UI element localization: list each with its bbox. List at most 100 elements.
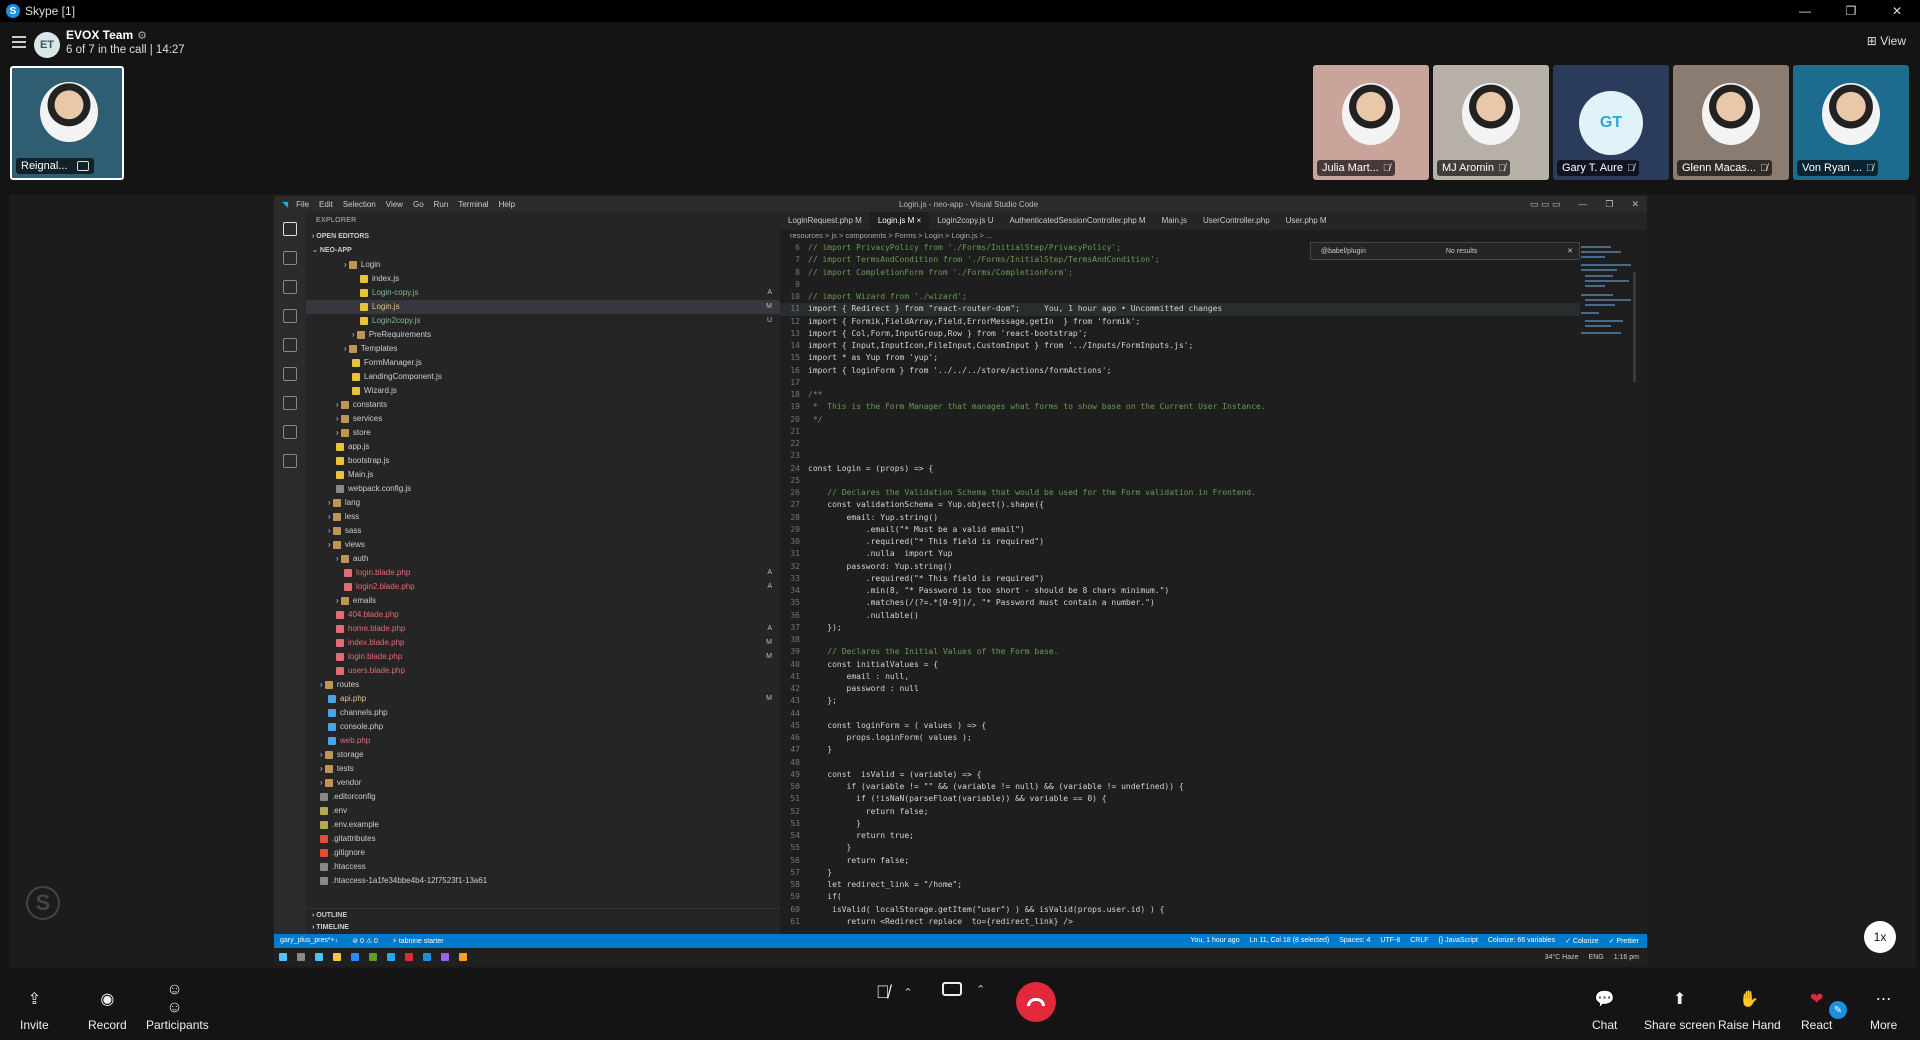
code-line: 58 let redirect_link = "/home"; xyxy=(780,879,1580,891)
end-call-button[interactable] xyxy=(1016,982,1056,1022)
code-line: 49 const isValid = (variable) => { xyxy=(780,769,1580,781)
view-button[interactable]: ⊞ View xyxy=(1867,34,1906,48)
react-button[interactable]: ❤ React xyxy=(1801,988,1832,1032)
close-button[interactable]: ✕ xyxy=(1874,0,1920,22)
record-button[interactable]: ◉ Record xyxy=(88,988,127,1032)
group-avatar[interactable]: ET xyxy=(34,32,60,58)
folder-icon xyxy=(348,344,357,353)
gear-icon[interactable]: ⚙ xyxy=(137,30,147,42)
git-status: M xyxy=(766,639,772,646)
file-icon xyxy=(320,806,328,815)
code-text: if (!isNaN(parseFloat(variable)) && vari… xyxy=(808,794,1107,804)
git-status: M xyxy=(766,653,772,660)
pen-icon[interactable]: ✎ xyxy=(1829,1001,1847,1019)
code-line: 14 import { Input,InputIcon,FileInput,Cus… xyxy=(780,340,1580,352)
project-header: ⌄ NEO-APP xyxy=(312,247,352,254)
code-line: 19 * This is the Form Manager that manag… xyxy=(780,401,1580,413)
explorer-item: › sass xyxy=(306,524,780,538)
mic-off-icon[interactable]: 🎙̸ xyxy=(876,982,890,1003)
line-number: 26 xyxy=(790,488,800,497)
explorer-item: users.blade.php xyxy=(306,664,780,678)
explorer-item-name: Wizard.js xyxy=(364,386,397,395)
folder-icon xyxy=(340,554,349,563)
code-text: } xyxy=(808,745,833,755)
explorer-item-name: PreRequirements xyxy=(368,330,432,339)
more-button[interactable]: ⋯ More xyxy=(1870,988,1897,1032)
line-number: 19 xyxy=(790,402,800,412)
self-video-tile[interactable]: Reignal... xyxy=(10,66,124,180)
shared-vscode-window: ◥ File Edit Selection View Go Run Terminal Help… xyxy=(274,196,1647,966)
participant-avatar xyxy=(1822,83,1880,145)
menu-icon[interactable] xyxy=(12,36,26,48)
line-number: 18 xyxy=(790,390,800,399)
grid-icon: ⊞ xyxy=(1866,34,1877,48)
code-line: 47 } xyxy=(780,744,1580,756)
invite-button[interactable]: ⇪ Invite xyxy=(20,988,49,1032)
restore-button[interactable]: ❐ xyxy=(1828,0,1874,22)
code-text: return false; xyxy=(808,855,910,865)
mic-options-chevron-icon[interactable]: ⌃ xyxy=(904,986,913,999)
raise-hand-button[interactable]: ✋ Raise Hand xyxy=(1718,988,1781,1032)
chat-button[interactable]: 💬 Chat xyxy=(1592,988,1617,1032)
docker-icon xyxy=(283,454,297,468)
self-avatar xyxy=(40,82,98,142)
explorer-item: › storage xyxy=(306,748,780,762)
participant-name: Gary T. Aure xyxy=(1562,162,1623,174)
editor-tab: Login.js M × xyxy=(869,212,930,230)
file-icon xyxy=(320,876,328,885)
participants-button[interactable]: ☺☺ Participants xyxy=(146,981,209,1032)
status-item: ✓ Colorize xyxy=(1565,938,1599,945)
video-options-chevron-icon[interactable]: ⌃ xyxy=(976,983,985,996)
explorer-item: Login2copy.js U xyxy=(306,314,780,328)
vscode-menu-item: Selection xyxy=(342,199,376,209)
status-item: You, 1 hour ago xyxy=(1190,937,1240,944)
share-screen-button[interactable]: ⬆ Share screen xyxy=(1644,988,1715,1032)
participant-tile[interactable]: Glenn Macas... 🎙̸ xyxy=(1673,65,1789,180)
file-icon xyxy=(336,442,344,451)
status-item: ⊘ 0 ⚠ 0 xyxy=(352,938,378,945)
group-name[interactable]: EVOX Team xyxy=(66,28,133,42)
file-icon xyxy=(320,834,328,843)
file-icon xyxy=(336,610,344,619)
code-text: import * as Yup from 'yup'; xyxy=(808,353,939,363)
mic-control[interactable]: 🎙̸ ⌃ xyxy=(876,982,913,1003)
line-number: 53 xyxy=(790,818,800,828)
code-text: if (variable != "" && (variable != null)… xyxy=(808,782,1184,791)
code-text: const loginForm = ( values ) => { xyxy=(808,720,987,730)
explorer-item: login.blade.php A xyxy=(306,566,780,580)
participant-tile[interactable]: GT Gary T. Aure 🎙̸ xyxy=(1553,65,1669,180)
explorer-item-name: .htaccess xyxy=(332,862,366,871)
code-line: 34 .min(8, "* Password is too short - sh… xyxy=(780,585,1580,597)
playback-speed-button[interactable]: 1x xyxy=(1864,921,1896,953)
code-line: 31 .nulla import Yup xyxy=(780,548,1580,560)
run-debug-icon xyxy=(283,309,297,323)
minimize-button[interactable]: — xyxy=(1782,0,1828,22)
participant-name-label: MJ Aromin 🎙̸ xyxy=(1437,160,1511,176)
explorer-item-name: LandingComponent.js xyxy=(364,372,442,381)
folder-icon xyxy=(332,498,341,507)
folder-icon xyxy=(324,778,333,787)
participant-tile[interactable]: Von Ryan ... 🎙̸ xyxy=(1793,65,1909,180)
line-number: 46 xyxy=(790,733,800,742)
participant-tile[interactable]: MJ Aromin 🎙̸ xyxy=(1433,65,1549,180)
video-off-icon[interactable] xyxy=(942,982,962,996)
line-number: 61 xyxy=(790,916,800,926)
vscode-menu-item: Help xyxy=(498,199,516,209)
open-editors-header: › OPEN EDITORS xyxy=(312,233,370,240)
code-line: 22 xyxy=(780,438,1580,450)
more-dots-icon: ⋯ xyxy=(1875,991,1892,1008)
file-icon xyxy=(328,736,336,745)
editor-tab: Main.js xyxy=(1161,216,1187,225)
explorer-item-name: Login-copy.js xyxy=(372,288,419,297)
folder-icon xyxy=(356,330,365,339)
video-control[interactable]: ⌃ xyxy=(942,982,985,996)
line-number: 35 xyxy=(790,598,800,608)
react-label: React xyxy=(1801,1018,1833,1032)
explorer-item-name: api.php xyxy=(340,694,367,703)
explorer-item-name: users.blade.php xyxy=(348,666,405,675)
code-line: 15 import * as Yup from 'yup'; xyxy=(780,352,1580,364)
explorer-item: LandingComponent.js xyxy=(306,370,780,384)
extensions-icon xyxy=(283,367,297,381)
code-line: 61 return <Redirect replace to={redirect… xyxy=(780,916,1580,928)
participant-tile[interactable]: Julia Mart... 🎙̸ xyxy=(1313,65,1429,180)
